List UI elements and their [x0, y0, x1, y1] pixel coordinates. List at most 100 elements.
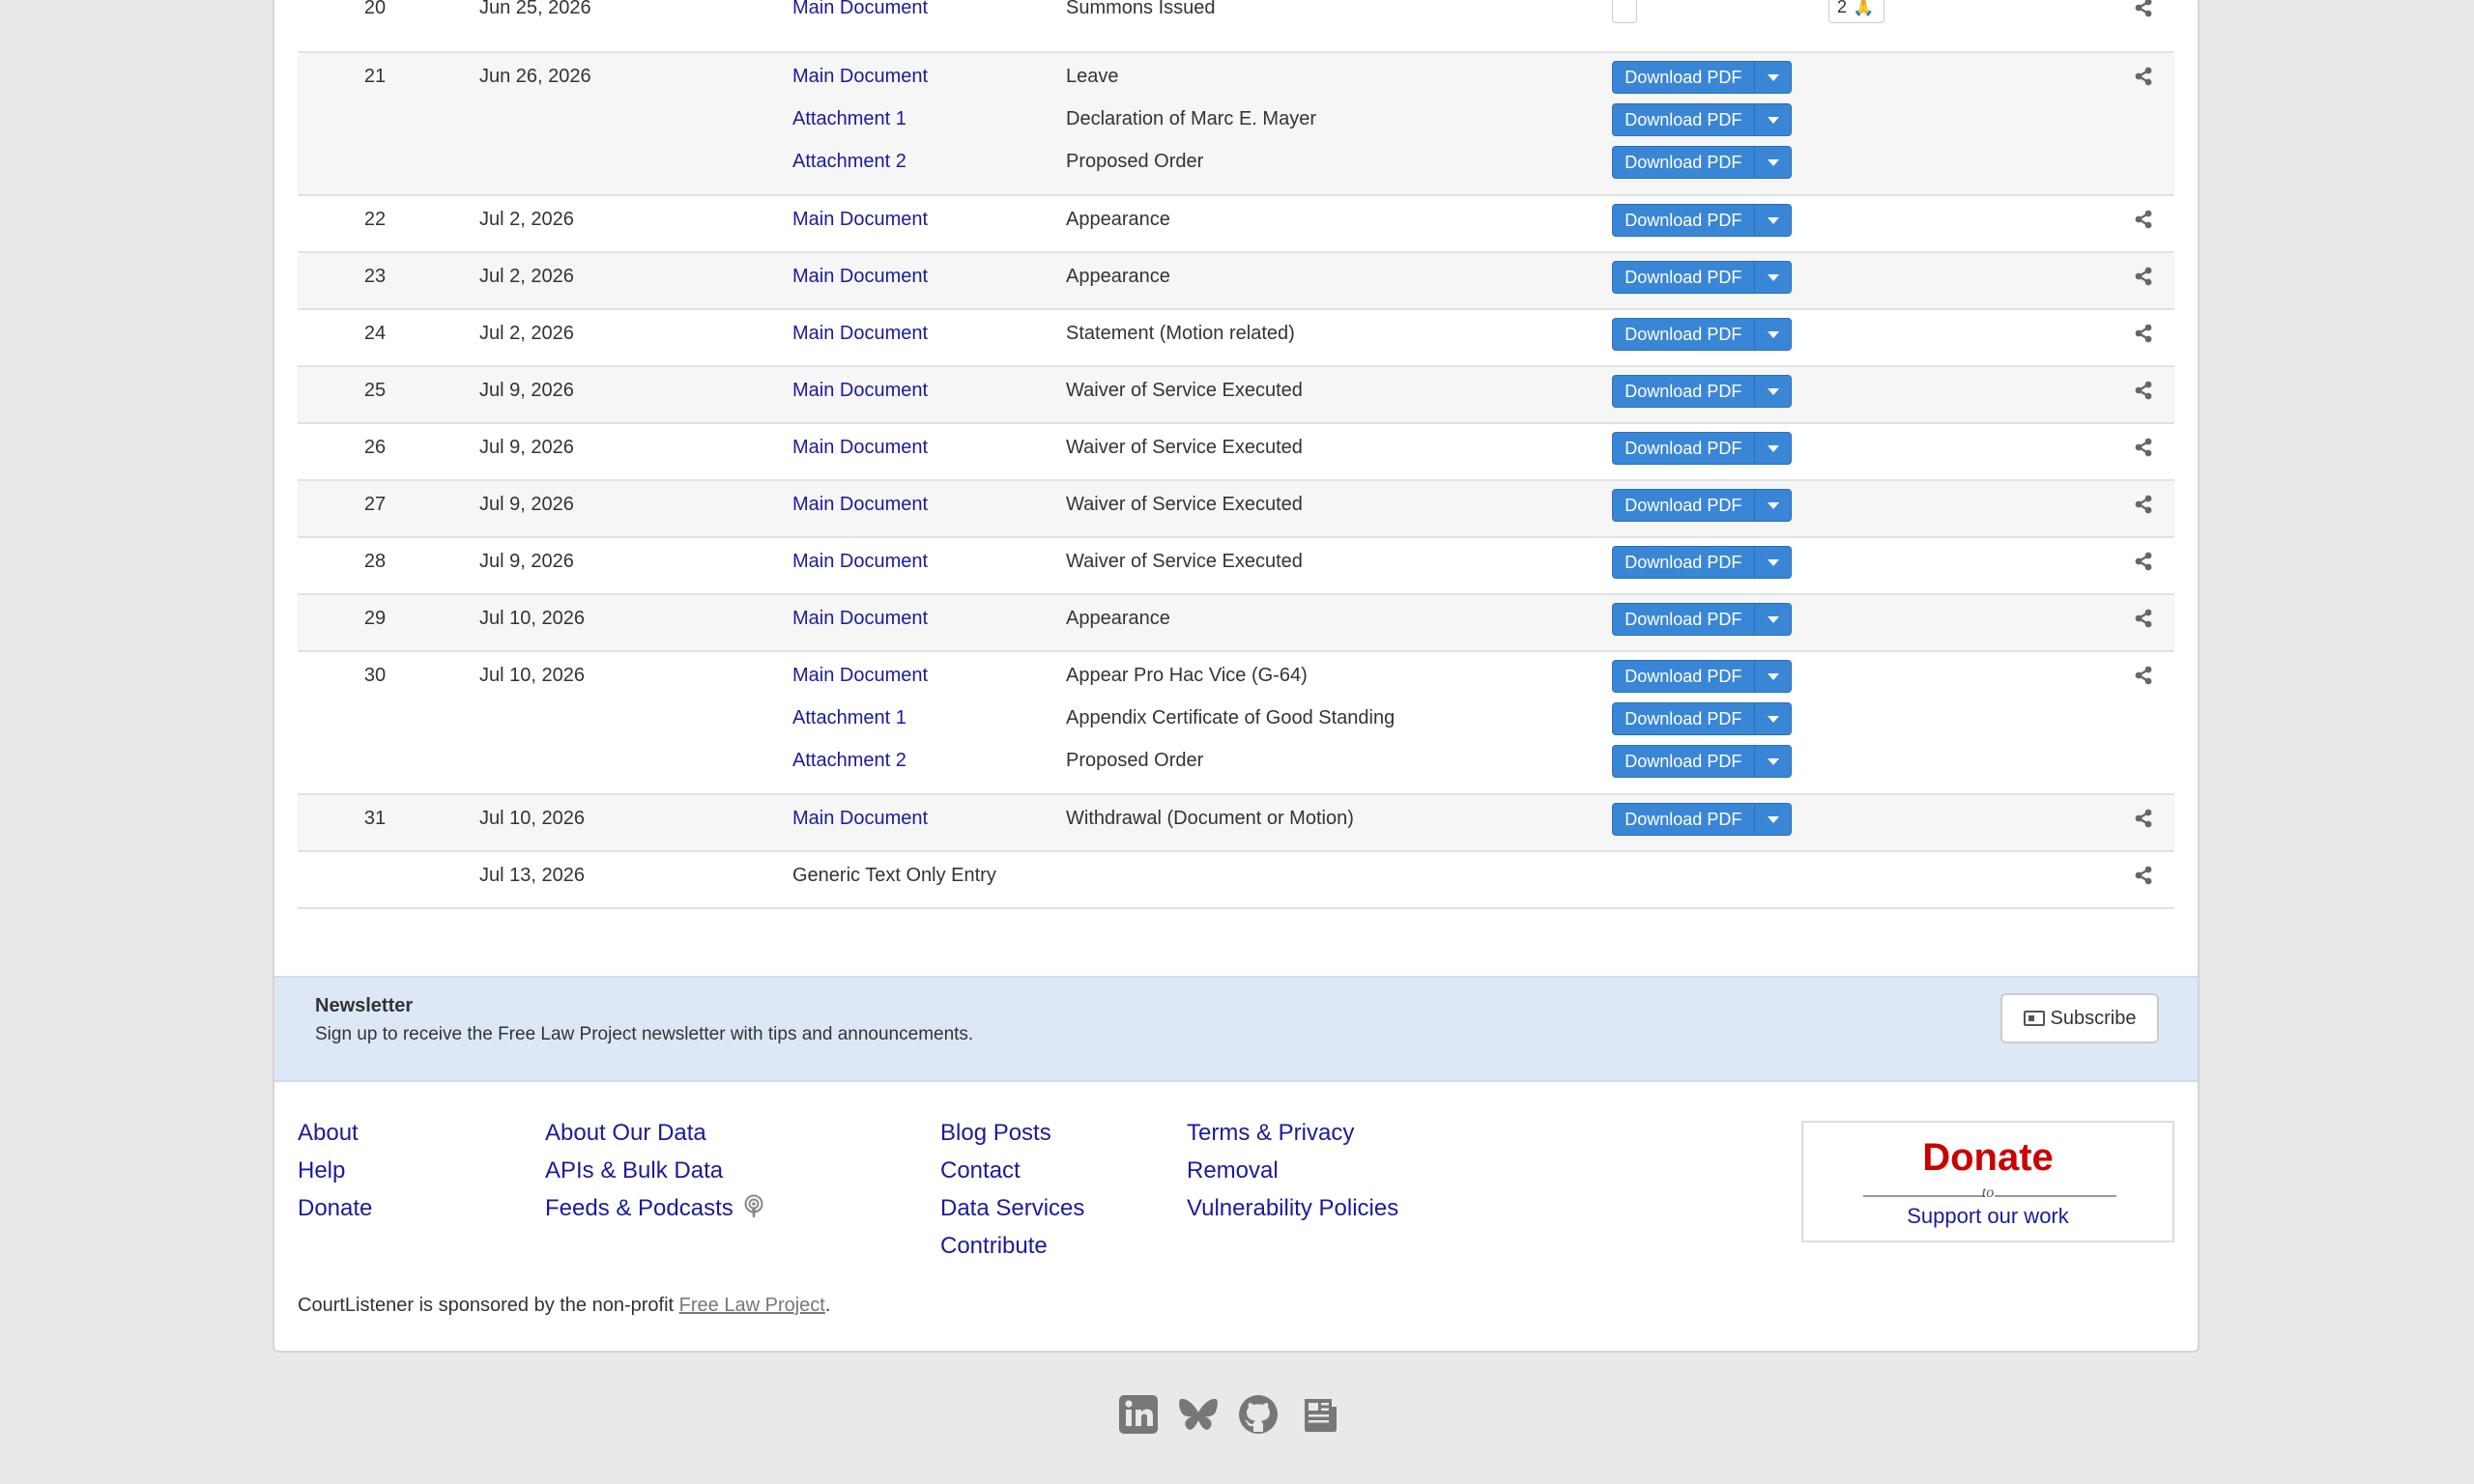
download-pdf-button[interactable]: Download PDF: [1612, 660, 1792, 693]
footer-link-contribute[interactable]: Contribute: [940, 1232, 1048, 1261]
document-description: Summons Issued: [1066, 0, 1216, 18]
attachment-link[interactable]: Attachment 1: [792, 107, 906, 130]
footer-link-blog-posts[interactable]: Blog Posts: [940, 1119, 1051, 1148]
share-icon[interactable]: [2134, 0, 2153, 17]
entry-date: Jun 26, 2026: [479, 66, 591, 87]
main-document-link[interactable]: Main Document: [792, 807, 928, 830]
share-icon[interactable]: [2134, 609, 2153, 628]
sponsor-suffix: .: [824, 1295, 831, 1316]
main-document-link[interactable]: Main Document: [792, 493, 928, 516]
download-pdf-button[interactable]: Download PDF: [1612, 103, 1792, 136]
linkedin-icon[interactable]: [1117, 1393, 1160, 1436]
footer-link-apis-bulk-data[interactable]: APIs & Bulk Data: [545, 1156, 723, 1185]
download-pdf-button[interactable]: Download PDF: [1612, 61, 1792, 94]
caret-down-icon[interactable]: [1753, 804, 1791, 835]
caret-down-icon[interactable]: [1753, 319, 1791, 350]
caret-down-icon[interactable]: [1753, 205, 1791, 236]
donate-banner[interactable]: Donate to Support our work: [1801, 1121, 2174, 1242]
share-icon[interactable]: [2134, 552, 2153, 571]
footer-link-about[interactable]: About: [298, 1119, 359, 1148]
attachment-link[interactable]: Attachment 1: [792, 706, 906, 729]
footer-link-about-our-data[interactable]: About Our Data: [545, 1119, 706, 1148]
footer-link-terms-privacy[interactable]: Terms & Privacy: [1187, 1119, 1354, 1148]
attachment-link[interactable]: Attachment 2: [792, 749, 906, 772]
download-pdf-button[interactable]: Download PDF: [1612, 261, 1792, 294]
share-icon[interactable]: [2134, 210, 2153, 229]
table-row: 26 Jul 9, 2026 Main Document Waiver of Serv…: [298, 424, 2174, 481]
github-icon[interactable]: [1237, 1393, 1280, 1436]
share-icon[interactable]: [2134, 381, 2153, 400]
main-document-link[interactable]: Main Document: [792, 379, 928, 402]
download-pdf-button[interactable]: Download PDF: [1612, 375, 1792, 408]
share-icon[interactable]: [2134, 809, 2153, 828]
download-pdf-label: Download PDF: [1625, 667, 1742, 686]
donate-support-text: Support our work: [1907, 1204, 2069, 1228]
table-row: 23 Jul 2, 2026 Main Document Appearance Down…: [298, 253, 2174, 310]
free-law-project-link[interactable]: Free Law Project: [679, 1295, 825, 1316]
caret-down-icon[interactable]: [1753, 62, 1791, 93]
download-pdf-button[interactable]: Download PDF: [1612, 204, 1792, 237]
caret-down-icon[interactable]: [1753, 490, 1791, 521]
download-pdf-label: Download PDF: [1625, 153, 1742, 172]
caret-down-icon[interactable]: [1753, 547, 1791, 578]
download-pdf-button[interactable]: Download PDF: [1612, 146, 1792, 179]
buy-on-pacer-button[interactable]: [1612, 0, 1637, 23]
share-icon[interactable]: [2134, 67, 2153, 86]
main-document-link[interactable]: Main Document: [792, 0, 928, 19]
newspaper-icon[interactable]: [1297, 1393, 1339, 1436]
share-icon[interactable]: [2134, 267, 2153, 286]
main-document-link[interactable]: Main Document: [792, 550, 928, 573]
download-pdf-label: Download PDF: [1625, 211, 1742, 230]
request-count-button[interactable]: 2 🙏: [1828, 0, 1884, 23]
caret-down-icon[interactable]: [1753, 433, 1791, 464]
footer-link-feeds-podcasts[interactable]: Feeds & Podcasts: [545, 1194, 764, 1223]
pray-icon: 🙏: [1853, 0, 1875, 16]
caret-down-icon[interactable]: [1753, 746, 1791, 777]
entry-date: Jul 2, 2026: [479, 209, 574, 230]
entry-date: Jul 9, 2026: [479, 380, 574, 401]
main-document-link[interactable]: Main Document: [792, 65, 928, 88]
download-pdf-button[interactable]: Download PDF: [1612, 432, 1792, 465]
main-document-link[interactable]: Main Document: [792, 607, 928, 630]
download-pdf-button[interactable]: Download PDF: [1612, 318, 1792, 351]
share-icon[interactable]: [2134, 666, 2153, 685]
download-pdf-button[interactable]: Download PDF: [1612, 745, 1792, 778]
main-document-link[interactable]: Main Document: [792, 322, 928, 345]
main-document-link[interactable]: Main Document: [792, 664, 928, 687]
podcast-icon: [744, 1194, 763, 1217]
caret-down-icon[interactable]: [1753, 147, 1791, 178]
download-pdf-button[interactable]: Download PDF: [1612, 803, 1792, 836]
document-description: Waiver of Service Executed: [1066, 380, 1303, 401]
caret-down-icon[interactable]: [1753, 262, 1791, 293]
caret-down-icon[interactable]: [1753, 661, 1791, 692]
share-icon[interactable]: [2134, 438, 2153, 457]
main-document-link[interactable]: Main Document: [792, 436, 928, 459]
entry-date: Jul 10, 2026: [479, 808, 585, 829]
caret-down-icon[interactable]: [1753, 104, 1791, 135]
caret-down-icon[interactable]: [1753, 703, 1791, 734]
main-document-link[interactable]: Main Document: [792, 265, 928, 288]
entry-number: 25: [363, 380, 387, 401]
caret-down-icon[interactable]: [1753, 604, 1791, 635]
download-pdf-button[interactable]: Download PDF: [1612, 702, 1792, 735]
main-document-link[interactable]: Main Document: [792, 208, 928, 231]
footer-link-donate[interactable]: Donate: [298, 1194, 372, 1223]
footer-link-data-services[interactable]: Data Services: [940, 1194, 1084, 1223]
footer-link-removal[interactable]: Removal: [1187, 1156, 1279, 1185]
bluesky-icon[interactable]: [1177, 1393, 1220, 1436]
share-icon[interactable]: [2134, 866, 2153, 885]
table-row: 27 Jul 9, 2026 Main Document Waiver of Serv…: [298, 481, 2174, 538]
footer-link-help[interactable]: Help: [298, 1156, 345, 1185]
download-pdf-button[interactable]: Download PDF: [1612, 489, 1792, 522]
download-pdf-button[interactable]: Download PDF: [1612, 546, 1792, 579]
entry-number: 27: [363, 494, 387, 515]
footer-link-vulnerability-policies[interactable]: Vulnerability Policies: [1187, 1194, 1398, 1223]
share-icon[interactable]: [2134, 495, 2153, 514]
share-icon[interactable]: [2134, 324, 2153, 343]
attachment-link[interactable]: Attachment 2: [792, 150, 906, 173]
caret-down-icon[interactable]: [1753, 376, 1791, 407]
subscribe-button[interactable]: Subscribe: [2000, 993, 2159, 1043]
download-pdf-button[interactable]: Download PDF: [1612, 603, 1792, 636]
footer-link-contact[interactable]: Contact: [940, 1156, 1021, 1185]
table-row: 22 Jul 2, 2026 Main Document Appearance Down…: [298, 196, 2174, 253]
